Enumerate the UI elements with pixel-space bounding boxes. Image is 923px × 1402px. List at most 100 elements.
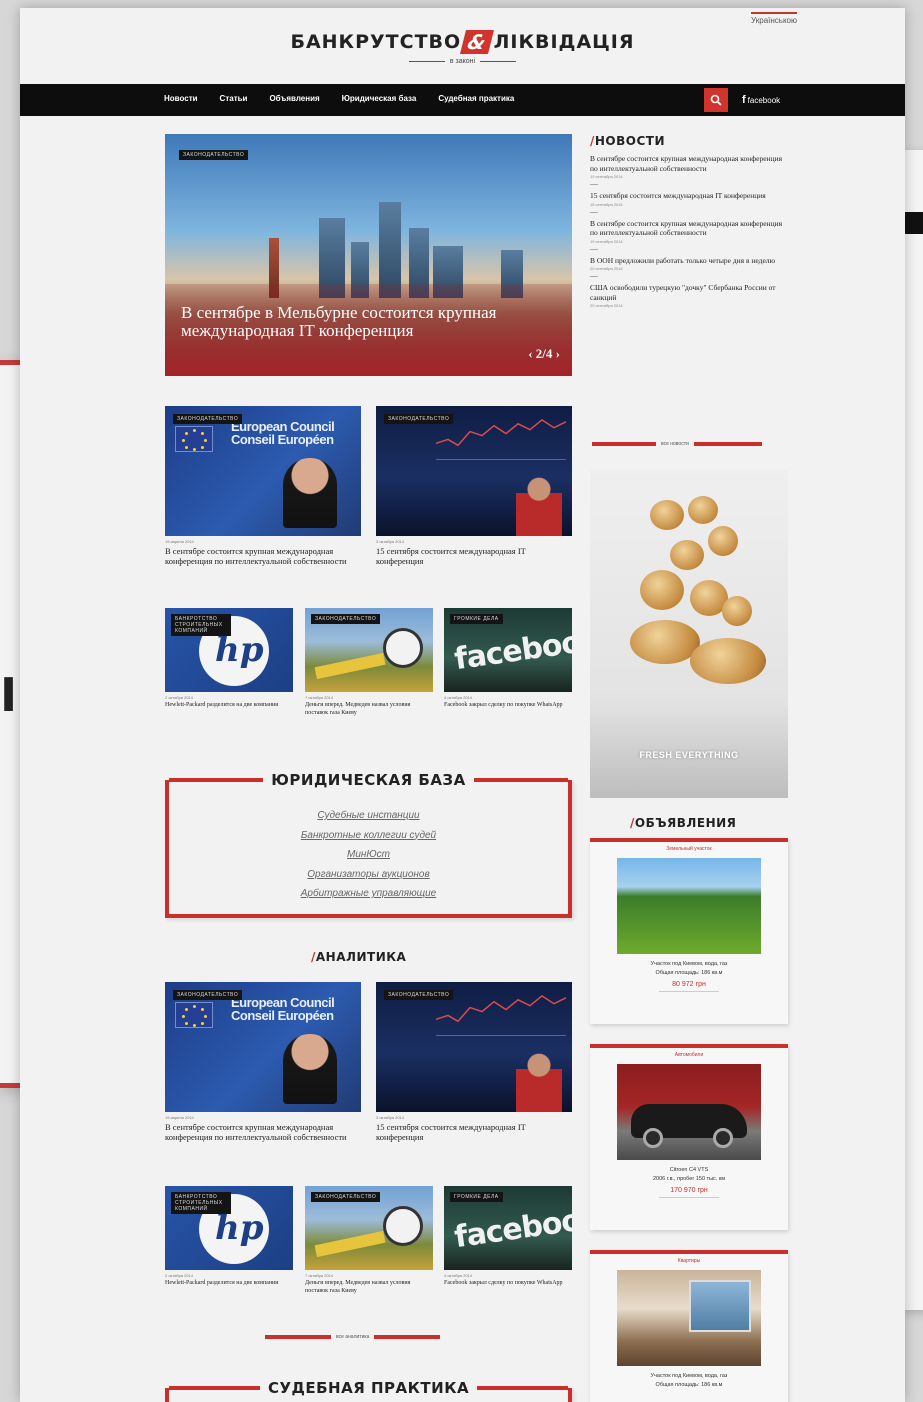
- court-practice-title: СУДЕБНАЯ ПРАКТИКА: [267, 1379, 470, 1397]
- article-tag[interactable]: законодательство: [311, 1192, 381, 1202]
- image-sign: European Council Conseil Européen: [231, 995, 335, 1023]
- news-item[interactable]: В сентябре состоится крупная международн…: [590, 219, 788, 250]
- news-more-label: все новости: [661, 441, 689, 447]
- nav-item-articles[interactable]: Статьи: [220, 94, 248, 103]
- chevron-left-icon[interactable]: ‹: [528, 346, 532, 361]
- article-title[interactable]: 15 сентября состоится международная IT к…: [376, 546, 572, 566]
- nav-item-classifieds[interactable]: Объявления: [269, 94, 319, 103]
- news-item[interactable]: В ООН предложили работать только четыре …: [590, 256, 788, 277]
- article-tag[interactable]: законодательство: [311, 614, 381, 624]
- article-tag[interactable]: громкие дела: [450, 1192, 503, 1202]
- news-item-title[interactable]: В сентябре состоится крупная международн…: [590, 219, 788, 238]
- classified-item[interactable]: Автомобили Citroen C4 VTS 2006 г.в., про…: [590, 1044, 788, 1230]
- article-date: 7 октября 2014: [305, 695, 333, 700]
- article-title[interactable]: В сентябре состоится крупная международн…: [165, 546, 361, 566]
- nav-item-court-practice[interactable]: Судебная практика: [438, 94, 514, 103]
- article-card[interactable]: European Council Conseil Européen законод…: [165, 982, 361, 1142]
- article-image: facebooK громкие дела: [444, 608, 572, 692]
- article-title[interactable]: Facebook закрыл сделку по покупке WhatsA…: [444, 1280, 572, 1288]
- advertisement-banner[interactable]: FRESH EVERYTHING: [590, 470, 788, 798]
- ad-bread: [688, 496, 718, 524]
- article-tag[interactable]: законодательство: [384, 414, 454, 424]
- classified-photo[interactable]: [617, 858, 761, 954]
- classified-desc-line: Участок под Киевом, вода, газ: [650, 1373, 728, 1379]
- facebook-link[interactable]: f facebook: [742, 94, 780, 106]
- news-item-date: 15 сентября 2014: [590, 201, 623, 207]
- article-tag[interactable]: законодательство: [384, 990, 454, 1000]
- article-card[interactable]: законодательство 3 октября 2014 15 сентя…: [376, 406, 572, 566]
- article-card-small[interactable]: законодательство 7 октября 2014 Деньги в…: [305, 1186, 433, 1295]
- article-card[interactable]: законодательство 3 октября 2014 15 сентя…: [376, 982, 572, 1142]
- news-item-title[interactable]: В сентябре состоится крупная международн…: [590, 154, 788, 173]
- background-bar: [905, 212, 923, 234]
- chevron-right-icon[interactable]: ›: [556, 346, 560, 361]
- article-date: 7 октября 2014: [305, 1273, 333, 1278]
- news-more[interactable]: все новости: [592, 441, 762, 447]
- stock-graph: [435, 990, 567, 1036]
- classified-category[interactable]: Квартиры: [590, 1258, 788, 1264]
- logo-subtitle: в законі: [20, 58, 905, 65]
- news-item-title[interactable]: 15 сентября состоится международная IT к…: [590, 191, 788, 201]
- legal-link[interactable]: Организаторы аукционов: [169, 865, 568, 885]
- legal-link[interactable]: МинЮст: [169, 845, 568, 865]
- classified-photo[interactable]: [617, 1270, 761, 1366]
- classified-category[interactable]: Автомобили: [590, 1052, 788, 1058]
- article-card-small[interactable]: hp банкротство строительных компаний 2 о…: [165, 608, 293, 710]
- article-title[interactable]: Hewlett-Packard разделится на две компан…: [165, 1280, 293, 1288]
- nav-item-news[interactable]: Новости: [164, 94, 198, 103]
- classified-desc: Участок под Киевом, вода, газ Общая площ…: [590, 960, 788, 978]
- article-title[interactable]: 15 сентября состоится международная IT к…: [376, 1122, 572, 1142]
- clock: [383, 1206, 423, 1246]
- article-title[interactable]: Hewlett-Packard разделится на две компан…: [165, 702, 293, 710]
- logo-rule-left: [408, 61, 445, 62]
- legal-link[interactable]: Банкротные коллегии судей: [169, 826, 568, 846]
- article-tag[interactable]: громкие дела: [450, 614, 503, 624]
- hero-slider[interactable]: законодательство В сентябре в Мельбурне …: [165, 134, 572, 376]
- legal-link[interactable]: Судебные инстанции: [169, 806, 568, 826]
- article-card-small[interactable]: hp банкротство строительных компаний 2 о…: [165, 1186, 293, 1288]
- hero-pager[interactable]: ‹ 2/4 ›: [528, 346, 560, 362]
- article-title[interactable]: Facebook закрыл сделку по покупке WhatsA…: [444, 702, 572, 710]
- news-item[interactable]: США освободили турецкую "дочку" Сбербанк…: [590, 283, 788, 308]
- legal-link[interactable]: Арбитражные управляющие: [169, 884, 568, 904]
- article-card[interactable]: European Council Conseil Européen законод…: [165, 406, 361, 566]
- legal-base-box: ЮРИДИЧЕСКАЯ БАЗА Судебные инстанции Банк…: [165, 771, 572, 918]
- classified-photo[interactable]: [617, 1064, 761, 1160]
- classified-item[interactable]: Квартиры Участок под Киевом, вода, газ О…: [590, 1250, 788, 1402]
- article-image: European Council Conseil Européen законод…: [165, 982, 361, 1112]
- hero-tag[interactable]: законодательство: [179, 150, 249, 160]
- article-tag[interactable]: законодательство: [173, 414, 243, 424]
- analytics-more[interactable]: все аналитика: [265, 1334, 441, 1340]
- classified-item[interactable]: Земельный участок Участок под Киевом, во…: [590, 838, 788, 1024]
- article-tag[interactable]: банкротство строительных компаний: [171, 614, 231, 636]
- news-item[interactable]: 15 сентября состоится международная IT к…: [590, 191, 788, 213]
- news-item-title[interactable]: В ООН предложили работать только четыре …: [590, 256, 788, 266]
- article-card-small[interactable]: facebooK громкие дела 4 октября 2014 Fac…: [444, 1186, 572, 1288]
- article-image: законодательство: [305, 608, 433, 692]
- news-item[interactable]: В сентябре состоится крупная международн…: [590, 154, 788, 185]
- image-person: [516, 476, 562, 536]
- article-card-small[interactable]: facebooK громкие дела 4 октября 2014 Fac…: [444, 608, 572, 710]
- analytics-title-text: АНАЛИТИКА: [315, 950, 407, 964]
- article-title[interactable]: В сентябре состоится крупная международн…: [165, 1122, 361, 1142]
- logo-ampersand: &: [460, 30, 495, 54]
- classified-category[interactable]: Земельный участок: [590, 846, 788, 852]
- news-title: /НОВОСТИ: [590, 134, 666, 148]
- article-tag[interactable]: законодательство: [173, 990, 243, 1000]
- language-switch[interactable]: Українською: [751, 12, 797, 25]
- article-title[interactable]: Деньги вперед. Медведев назвал условия п…: [305, 1280, 433, 1295]
- article-title[interactable]: Деньги вперед. Медведев назвал условия п…: [305, 702, 433, 717]
- search-button[interactable]: [704, 88, 728, 112]
- news-item-title[interactable]: США освободили турецкую "дочку" Сбербанк…: [590, 283, 788, 302]
- ad-bread: [708, 526, 738, 556]
- article-card-small[interactable]: законодательство 7 октября 2014 Деньги в…: [305, 608, 433, 717]
- site-logo[interactable]: БАНКРУТСТВО & ЛІКВІДАЦІЯ в законі: [20, 30, 905, 65]
- article-tag[interactable]: банкротство строительных компаний: [171, 1192, 231, 1214]
- logo-text: БАНКРУТСТВО & ЛІКВІДАЦІЯ: [20, 30, 905, 54]
- hp-logo: hp: [215, 630, 264, 670]
- classified-desc: Участок под Киевом, вода, газ Общая площ…: [590, 1372, 788, 1390]
- hero-pager-count: 2/4: [535, 346, 553, 361]
- news-title-text: НОВОСТИ: [594, 134, 666, 148]
- nav-item-legal-base[interactable]: Юридическая база: [342, 94, 417, 103]
- hero-title[interactable]: В сентябре в Мельбурне состоится крупная…: [181, 304, 511, 340]
